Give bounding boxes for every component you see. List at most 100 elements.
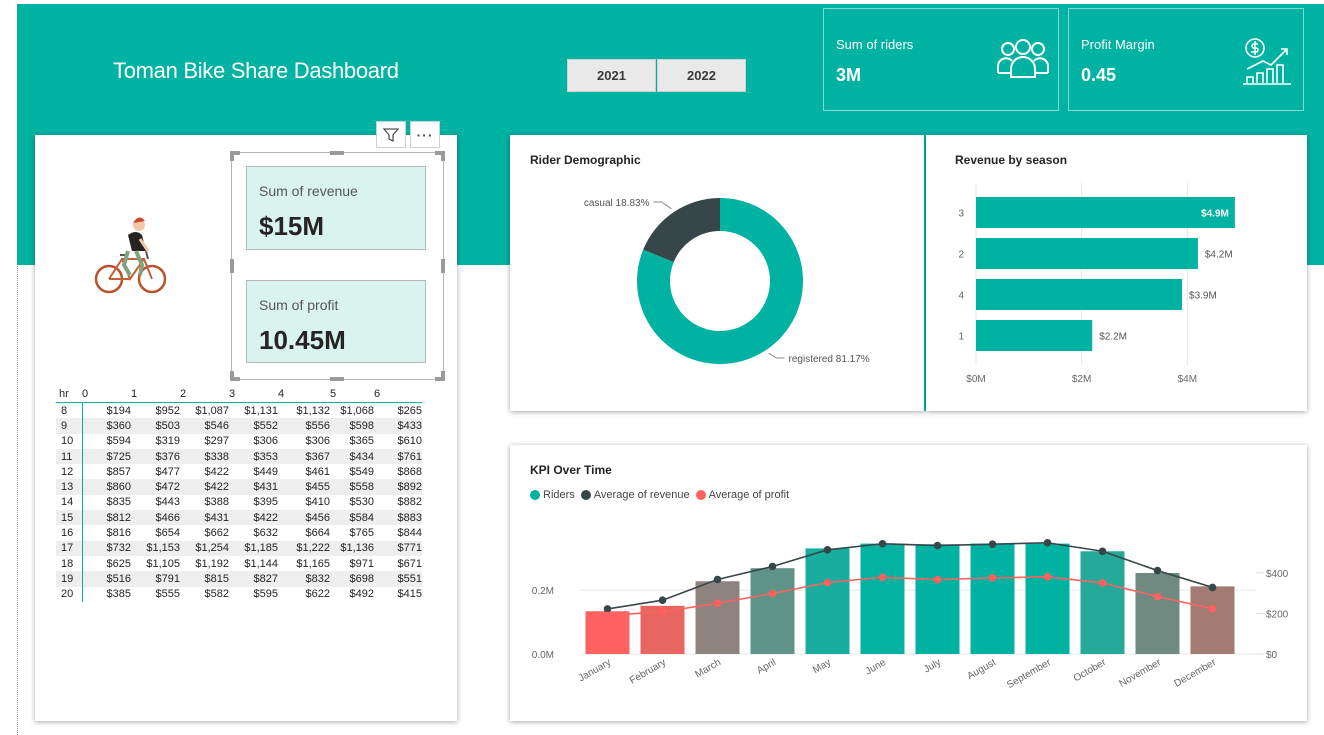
riders-bar <box>860 543 905 654</box>
x-tick-label: August <box>966 657 999 682</box>
table-cell: $1,165 <box>296 557 330 570</box>
table-cell: $815 <box>180 571 229 587</box>
table-cell: $594 <box>106 435 131 448</box>
table-row: 19 $516 $791 $815 $827 $832 $698 $551 <box>56 571 422 587</box>
year-2021-button[interactable]: 2021 <box>567 59 656 92</box>
revenue-card: Sum of revenue $15M <box>246 166 426 250</box>
matrix-column-header[interactable]: 4 <box>278 386 330 403</box>
x-tick-label: $0M <box>966 374 985 385</box>
donut-label-casual: casual 18.83% <box>584 198 650 209</box>
matrix-column-header[interactable]: 3 <box>229 386 278 403</box>
bar-data-label: $4.2M <box>1205 250 1233 261</box>
profit-point <box>603 611 612 620</box>
revenue-point <box>713 575 722 584</box>
table-cell: $422 <box>180 479 229 495</box>
table-cell: $725 <box>82 448 131 465</box>
table-cell: $297 <box>204 435 229 448</box>
row-header-hour: 12 <box>56 464 83 480</box>
table-cell: $860 <box>82 479 131 495</box>
table-cell: $516 <box>82 571 131 587</box>
matrix-column-header[interactable]: 2 <box>180 386 229 403</box>
kpi-card-riders: Sum of riders 3M <box>823 8 1059 111</box>
table-row: 13 $860 $472 $422 $431 $455 $558 $892 <box>56 479 422 495</box>
matrix-column-header[interactable]: 0 <box>82 386 131 403</box>
x-tick-label: December <box>1173 657 1219 690</box>
table-cell: $671 <box>397 557 422 570</box>
profit-card: Sum of profit 10.45M <box>246 280 426 363</box>
table-cell: $353 <box>229 448 278 465</box>
riders-bar <box>695 581 740 654</box>
row-header-hour: 11 <box>56 448 83 465</box>
row-header-hour: 17 <box>56 540 83 556</box>
table-cell: $882 <box>397 496 422 509</box>
riders-bar <box>1080 551 1125 654</box>
row-header-hour: 14 <box>56 494 83 511</box>
table-cell: $761 <box>374 448 422 465</box>
row-header-hour: 20 <box>56 586 83 602</box>
table-cell: $598 <box>330 418 374 434</box>
table-row: 16 $816 $654 $662 $632 $664 $765 $844 <box>56 525 422 541</box>
revenue-by-season-panel: Revenue by season $0M $2M $4M 3 $4.9M 2 $4.2M 4… <box>926 135 1307 411</box>
table-cell: $1,254 <box>180 540 229 556</box>
row-header-hour: 15 <box>56 510 83 526</box>
more-options-icon[interactable]: ··· <box>410 121 440 148</box>
kpi-label: Sum of riders <box>836 37 914 52</box>
row-header-hour: 8 <box>56 402 83 419</box>
table-row: 11 $725 $376 $338 $353 $367 $434 $761 <box>56 448 422 465</box>
kpi-combo-chart: 0.0M 0.2M $0 $200 $400 January February March Ap… <box>532 538 1289 691</box>
bar-data-label: $3.9M <box>1189 291 1217 302</box>
matrix-column-header[interactable]: 5 <box>330 386 374 403</box>
table-row: 14 $835 $443 $388 $395 $410 $530 $882 <box>56 494 422 511</box>
table-cell: $1,068 <box>340 404 374 417</box>
bar-data-label: $2.2M <box>1099 332 1127 343</box>
table-cell: $194 <box>106 404 131 417</box>
table-cell: $662 <box>204 527 229 540</box>
y-tick-label: 2 <box>958 250 964 261</box>
table-cell: $556 <box>278 418 330 434</box>
table-cell: $835 <box>106 496 131 509</box>
svg-text:.: . <box>131 300 132 304</box>
revenue-value: $15M <box>259 211 325 241</box>
x-tick-label: November <box>1118 657 1164 690</box>
profit-point <box>658 607 667 616</box>
table-cell: $844 <box>397 527 422 540</box>
table-cell: $827 <box>229 571 278 587</box>
table-cell: $1,131 <box>244 404 278 417</box>
table-cell: $868 <box>397 465 422 478</box>
table-row: 20 $385 $555 $582 $595 $622 $492 $415 <box>56 586 422 602</box>
cyclist-illustration-icon: . <box>94 217 167 304</box>
table-cell: $492 <box>349 588 374 601</box>
revenue-point <box>823 546 832 554</box>
x-tick-label: February <box>628 657 668 687</box>
table-cell: $388 <box>204 496 229 509</box>
revenue-point <box>1043 538 1052 547</box>
table-cell: $552 <box>229 418 278 434</box>
profit-point <box>988 574 997 582</box>
table-cell: $892 <box>374 479 422 495</box>
table-cell: $443 <box>155 496 180 509</box>
matrix-column-header[interactable]: 6 <box>374 386 422 403</box>
table-cell: $791 <box>131 571 180 587</box>
revenue-point <box>658 596 667 604</box>
table-row: 9 $360 $503 $546 $552 $556 $598 $433 <box>56 418 422 434</box>
year-2022-button[interactable]: 2022 <box>657 59 746 92</box>
profit-point <box>823 578 832 587</box>
filter-icon[interactable] <box>376 121 406 148</box>
revenue-point <box>1153 566 1162 575</box>
row-header-hour: 10 <box>56 433 83 449</box>
table-cell: $1,144 <box>244 557 278 570</box>
x-tick-label: May <box>811 657 833 676</box>
table-cell: $433 <box>374 418 422 434</box>
table-cell: $765 <box>349 527 374 540</box>
table-cell: $338 <box>180 448 229 465</box>
table-cell: $771 <box>374 540 422 556</box>
table-cell: $558 <box>330 479 374 495</box>
table-cell: $812 <box>82 510 131 526</box>
dashboard-title: Toman Bike Share Dashboard <box>113 58 399 83</box>
matrix-column-header[interactable]: 1 <box>131 386 180 403</box>
row-header-hour: 18 <box>56 555 83 572</box>
matrix-corner-header: hr <box>56 386 82 403</box>
table-cell: $434 <box>330 448 374 465</box>
y-left-tick-label: 0.2M <box>532 586 554 597</box>
row-header-hour: 16 <box>56 525 83 541</box>
